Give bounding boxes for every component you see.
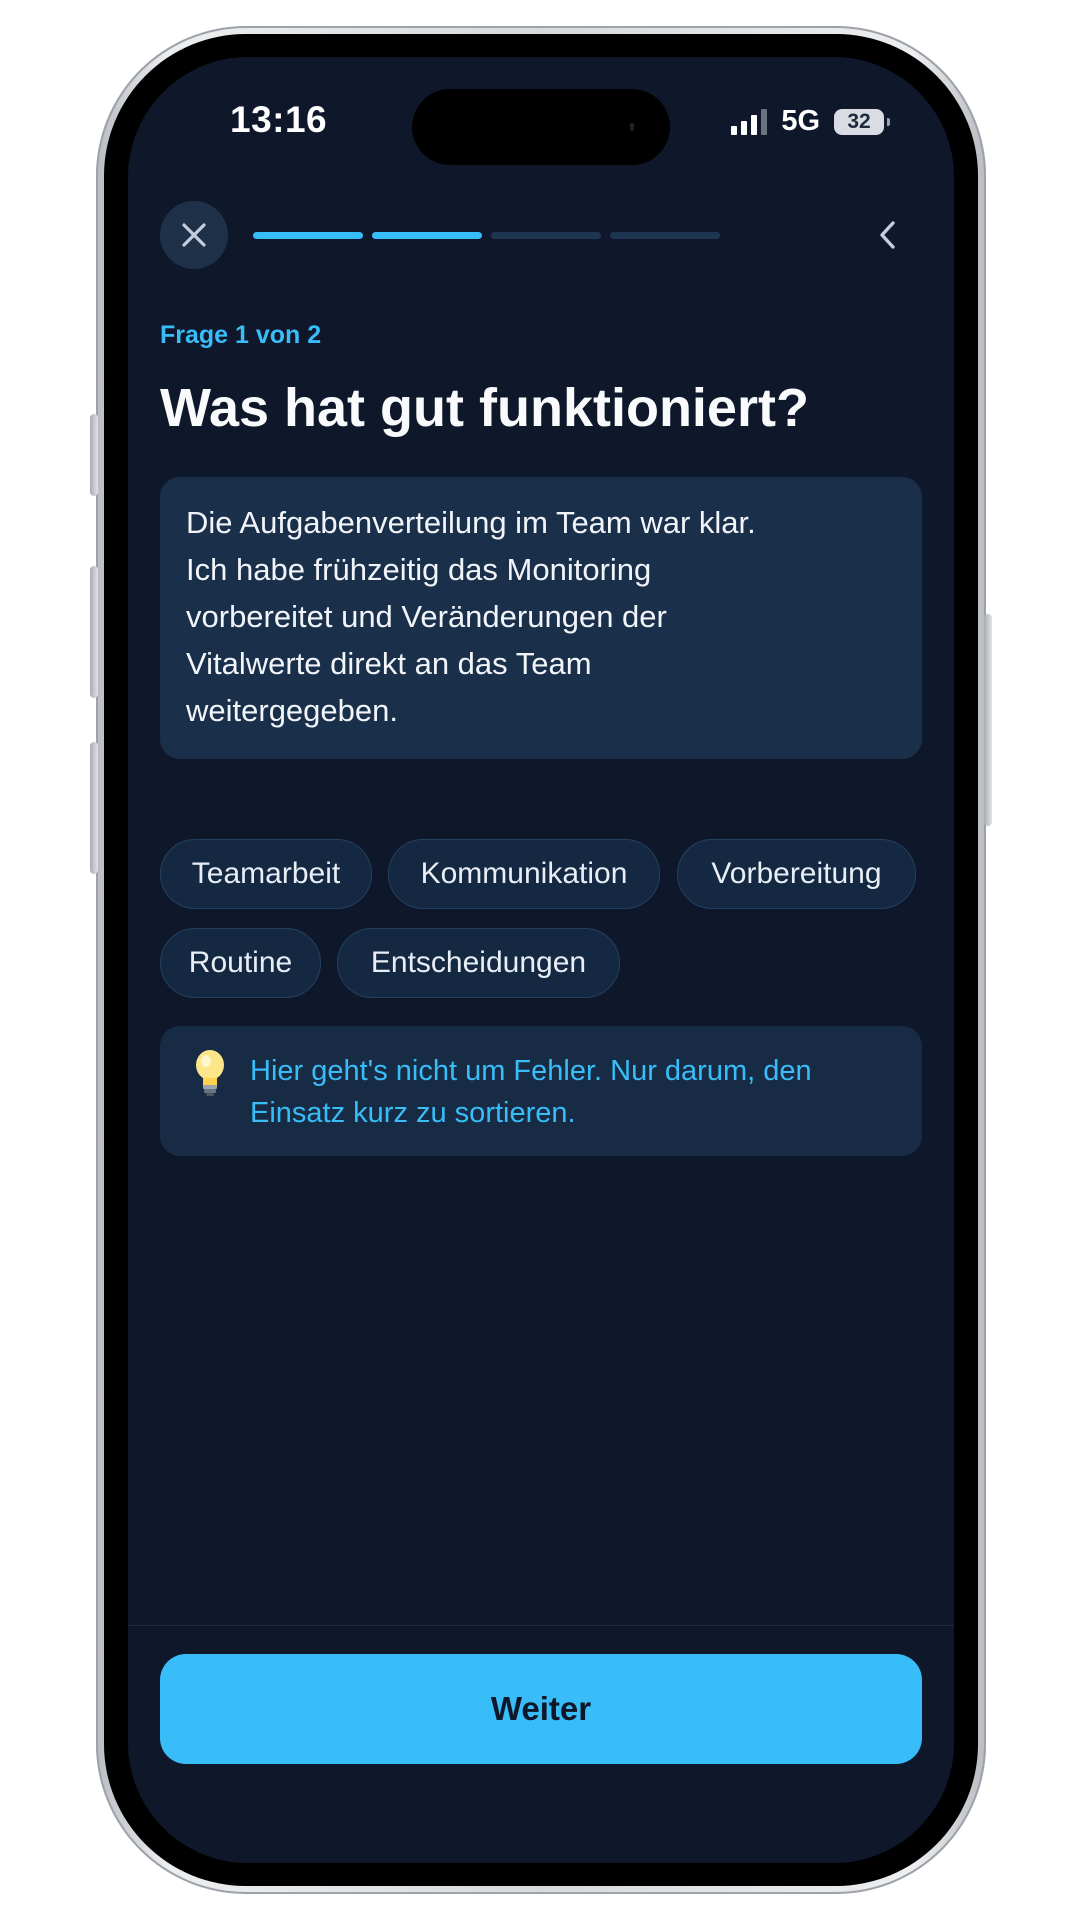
stage: 13:16 5G 32 Frage 1 von 2 Was hat gut fu… bbox=[0, 0, 1080, 1920]
progress-bar bbox=[253, 232, 720, 239]
back-button[interactable] bbox=[866, 213, 910, 257]
battery-icon: 32 bbox=[834, 108, 890, 135]
battery-level: 32 bbox=[847, 109, 871, 133]
question-title: Was hat gut funktioniert? bbox=[160, 378, 809, 438]
battery-tip bbox=[887, 117, 890, 126]
volume-down-button bbox=[90, 742, 98, 874]
close-button[interactable] bbox=[160, 201, 228, 269]
cellular-signal-icon bbox=[731, 108, 768, 135]
close-x-icon bbox=[182, 223, 206, 247]
tag-chip-routine[interactable]: Routine bbox=[160, 928, 321, 998]
footer-divider bbox=[128, 1625, 954, 1626]
progress-segment-pending bbox=[610, 232, 720, 239]
chevron-left-icon bbox=[880, 221, 895, 249]
status-indicators: 5G 32 bbox=[731, 105, 890, 138]
tag-chip-teamarbeit[interactable]: Teamarbeit bbox=[160, 839, 372, 909]
action-button bbox=[90, 414, 98, 496]
camera-dot bbox=[630, 123, 634, 131]
power-button bbox=[984, 614, 992, 826]
answer-text-field[interactable]: Die Aufgabenverteilung im Team war klar.… bbox=[160, 477, 922, 759]
status-time: 13:16 bbox=[230, 99, 328, 140]
progress-segment-complete bbox=[253, 232, 363, 239]
network-type: 5G bbox=[781, 105, 820, 137]
question-step-label: Frage 1 von 2 bbox=[160, 321, 322, 349]
app-screen: 13:16 5G 32 Frage 1 von 2 Was hat gut fu… bbox=[128, 57, 954, 1863]
volume-up-button bbox=[90, 566, 98, 698]
tag-chip-kommunikation[interactable]: Kommunikation bbox=[388, 839, 660, 909]
continue-button[interactable]: Weiter bbox=[160, 1654, 922, 1764]
tag-chip-vorbereitung[interactable]: Vorbereitung bbox=[677, 839, 916, 909]
hint-text: Hier geht's nicht um Fehler. Nur darum, … bbox=[250, 1055, 812, 1129]
progress-segment-complete bbox=[372, 232, 482, 239]
lightbulb-icon bbox=[196, 1050, 224, 1096]
tag-chip-entscheidungen[interactable]: Entscheidungen bbox=[337, 928, 620, 998]
dynamic-island bbox=[412, 89, 670, 165]
progress-segment-pending bbox=[491, 232, 601, 239]
hint-card: Hier geht's nicht um Fehler. Nur darum, … bbox=[160, 1026, 922, 1156]
